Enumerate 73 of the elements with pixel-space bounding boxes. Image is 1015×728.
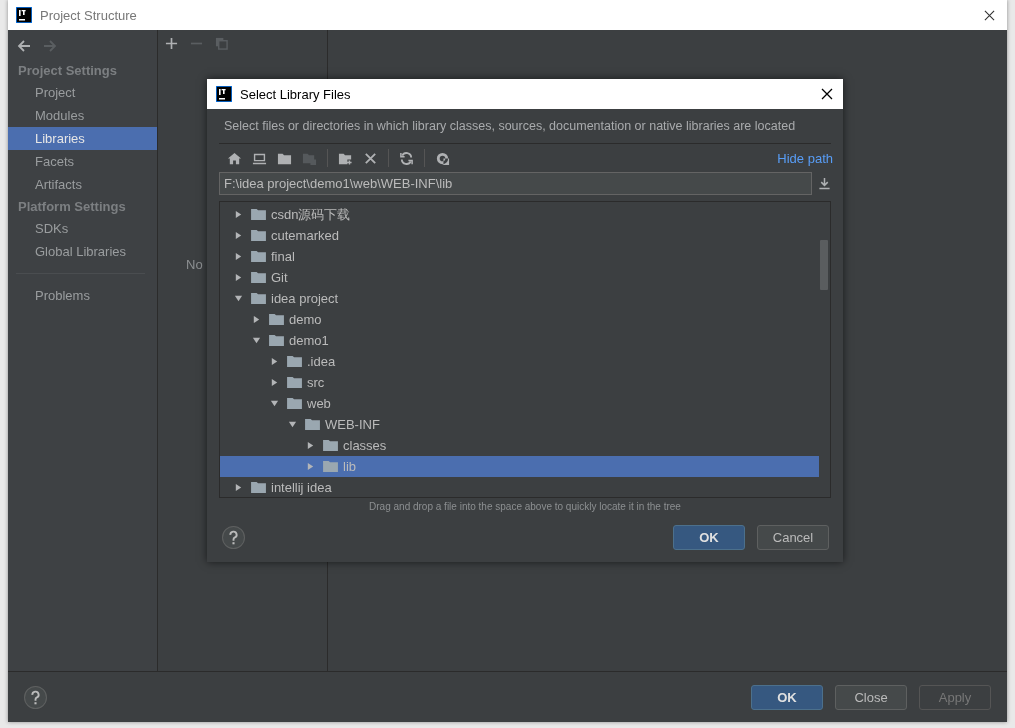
tree-item[interactable]: intellij idea [220, 477, 819, 498]
folder-icon [287, 355, 302, 368]
scrollbar-thumb[interactable] [820, 240, 828, 290]
add-icon[interactable] [165, 37, 178, 50]
folder-icon [251, 208, 266, 221]
home-icon[interactable] [227, 150, 242, 166]
window-title: Project Structure [40, 7, 138, 23]
folder-icon [269, 313, 284, 326]
folder-icon [269, 334, 284, 347]
description-text: Select files or directories in which library classes, sources, documentation or native libraries are located [219, 109, 831, 144]
folder-icon [251, 292, 266, 305]
folder-icon [251, 481, 266, 494]
empty-text: No [186, 257, 203, 272]
tree-item[interactable]: src [220, 372, 819, 393]
path-field[interactable]: F:\idea project\demo1\web\WEB-INF\lib [219, 172, 812, 195]
help-icon[interactable] [24, 685, 47, 709]
sidebar-item[interactable]: SDKs [8, 217, 157, 240]
section-heading: Platform Settings [17, 198, 127, 216]
cancel-button[interactable]: Cancel [757, 525, 829, 550]
sidebar-item[interactable]: Facets [8, 150, 157, 173]
tree-item[interactable]: csdn源码下载 [220, 204, 819, 225]
sidebar-item[interactable]: Libraries [8, 127, 157, 150]
tree-item[interactable]: cutemarked [220, 225, 819, 246]
close-icon[interactable] [984, 9, 995, 21]
footer-button[interactable]: Close [835, 684, 907, 710]
folder-icon [287, 376, 302, 389]
sidebar-item[interactable]: Problems [8, 284, 157, 307]
expander-arrow-icon[interactable] [234, 273, 243, 282]
ok-button[interactable]: OK [751, 684, 823, 710]
dialog-title: Select Library Files [240, 86, 352, 102]
tree-item[interactable]: demo [220, 309, 819, 330]
refresh-icon[interactable] [399, 150, 414, 166]
folder-icon [251, 271, 266, 284]
tree-item[interactable]: .idea [220, 351, 819, 372]
expander-arrow-icon[interactable] [270, 357, 279, 366]
section-heading: Project Settings [17, 62, 118, 80]
sidebar-item[interactable]: Artifacts [8, 173, 157, 196]
expander-arrow-icon[interactable] [234, 231, 243, 240]
folder-icon [287, 397, 302, 410]
folder-icon [251, 250, 266, 263]
expander-arrow-icon[interactable] [234, 210, 243, 219]
app-logo-icon [16, 7, 32, 23]
folder-icon [251, 229, 266, 242]
folder-icon [323, 439, 338, 452]
expander-arrow-icon[interactable] [252, 315, 261, 324]
back-arrow-icon[interactable] [16, 38, 32, 54]
hide-path-link[interactable]: Hide path [777, 150, 833, 166]
hint-text: Drag and drop a file into the space above to quickly locate it in the tree [368, 500, 682, 514]
tree-item[interactable]: final [220, 246, 819, 267]
tree-item[interactable]: WEB-INF [220, 414, 819, 435]
tree-item[interactable]: demo1 [220, 330, 819, 351]
app-logo-icon [216, 86, 232, 102]
expander-arrow-icon[interactable] [270, 399, 279, 408]
expander-arrow-icon[interactable] [306, 441, 315, 450]
folder-icon [305, 418, 320, 431]
ok-button[interactable]: OK [673, 525, 745, 550]
tree-item[interactable]: web [220, 393, 819, 414]
expander-arrow-icon[interactable] [234, 483, 243, 492]
folder-icon [323, 460, 338, 473]
close-icon[interactable] [821, 88, 833, 100]
expander-arrow-icon[interactable] [252, 336, 261, 345]
expander-arrow-icon[interactable] [234, 252, 243, 261]
tree-item[interactable]: Git [220, 267, 819, 288]
sidebar-item[interactable]: Global Libraries [8, 240, 157, 263]
tree-item[interactable]: idea project [220, 288, 819, 309]
sidebar-item[interactable]: Project [8, 81, 157, 104]
sidebar-item[interactable]: Modules [8, 104, 157, 127]
download-icon[interactable] [818, 177, 831, 190]
expander-arrow-icon[interactable] [288, 420, 297, 429]
help-icon[interactable] [222, 526, 245, 549]
tree-item[interactable]: classes [220, 435, 819, 456]
expander-arrow-icon[interactable] [270, 378, 279, 387]
expander-arrow-icon[interactable] [234, 294, 243, 303]
